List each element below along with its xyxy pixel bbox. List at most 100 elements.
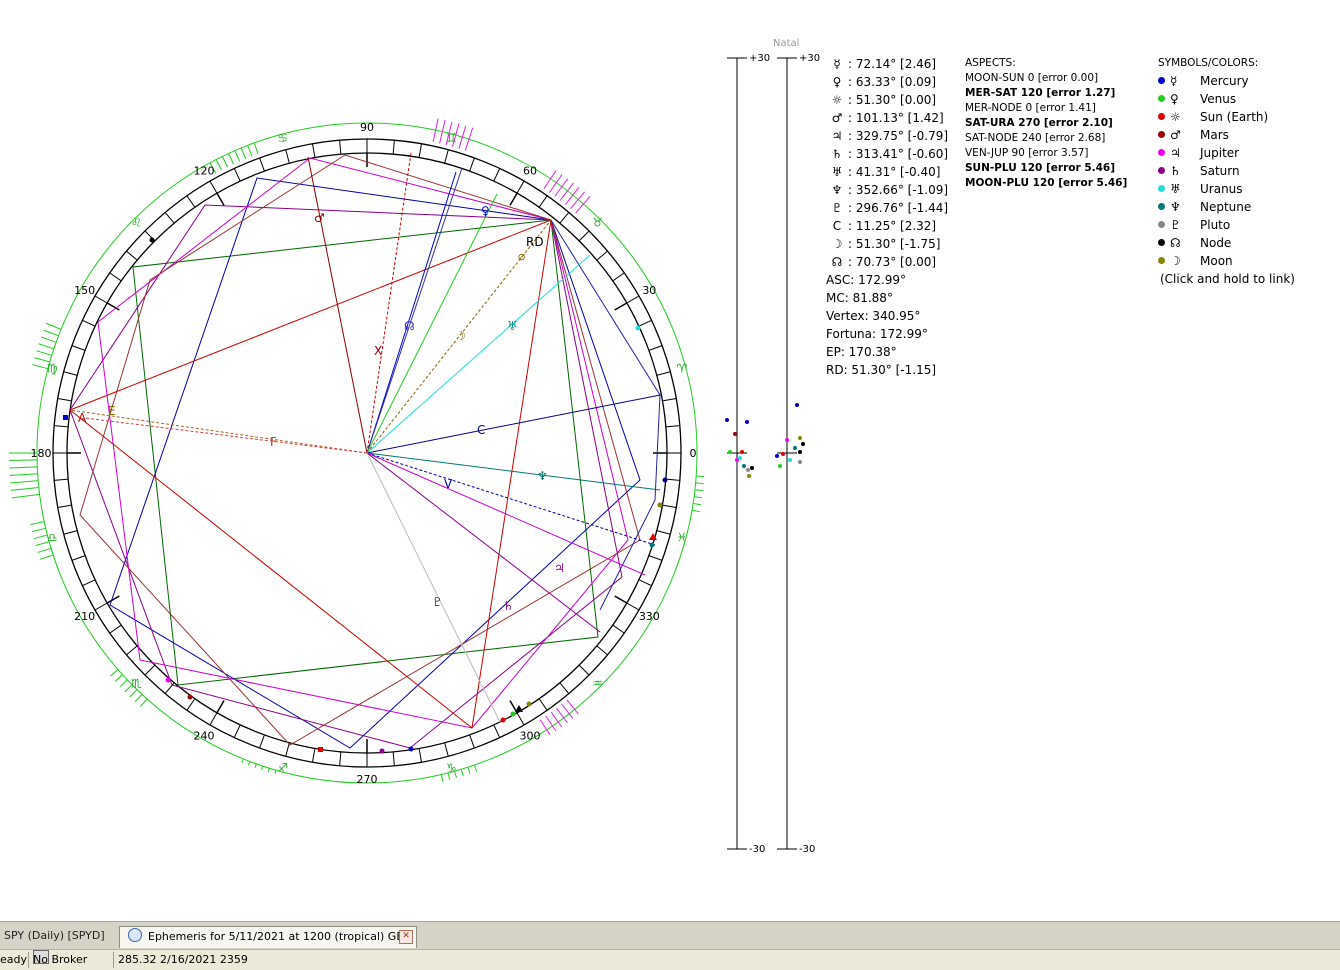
saturn-color-dot <box>1158 167 1165 174</box>
ephemeris-wheel-chart[interactable]: 0 30 60 90 120 150 180 210 240 270 300 330 ♈ ♉ ♊ ♋ ♌ ♍ ♎ ♏… <box>0 0 1340 920</box>
hatch-line <box>274 770 277 775</box>
svg-text:RD: RD <box>526 235 544 249</box>
hatch-line <box>221 156 229 168</box>
legend-item-jupiter[interactable]: ♃ Jupiter <box>1158 144 1295 162</box>
uranus-icon: ♅ <box>1170 182 1181 196</box>
planet-row-uranus: ♅: 41.31° [-0.40] <box>826 163 948 181</box>
degree-tick <box>662 397 677 402</box>
degree-tick <box>418 143 423 158</box>
hatch-line <box>140 698 148 707</box>
aspect-item: SUN-PLU 120 [error 5.46] <box>965 162 1116 174</box>
legend-label: Uranus <box>1200 182 1243 196</box>
hatch-line <box>114 674 123 682</box>
status-separator <box>113 952 114 968</box>
svg-text:A: A <box>78 411 87 425</box>
degree-tick <box>233 724 241 738</box>
hatch-line <box>691 509 700 513</box>
svg-text:☊: ☊ <box>404 319 415 333</box>
hatch-line <box>467 767 471 775</box>
hatch-line <box>43 329 59 337</box>
legend-item-pluto[interactable]: ♇ Pluto <box>1158 216 1295 234</box>
zodiac-sign-icon: ♊ <box>446 131 457 145</box>
legend-label: Pluto <box>1200 218 1231 232</box>
close-tab-icon[interactable]: ✕ <box>399 930 413 944</box>
mars-color-dot <box>1158 131 1165 138</box>
symbols-legend[interactable]: SYMBOLS/COLORS: ☿ Mercury ♀ Venus ☼ Sun (Ea… <box>1158 56 1295 288</box>
degree-tick <box>516 180 525 194</box>
svg-text:♆: ♆ <box>537 469 548 483</box>
hatch-line <box>695 482 704 485</box>
svg-text:X: X <box>374 344 382 358</box>
sun-color-dot <box>1158 113 1165 120</box>
planet-row-mercury: ☿: 72.14° [2.46] <box>826 55 948 73</box>
legend-item-uranus[interactable]: ♅ Uranus <box>1158 180 1295 198</box>
tab-spy-daily[interactable]: SPY (Daily) [SPYD] <box>0 926 109 947</box>
degree-tick <box>444 742 449 757</box>
hatch-line <box>215 159 223 171</box>
hatch-line <box>247 145 253 157</box>
planet-row-c: C: 11.25° [2.32] <box>826 217 948 235</box>
degree-tick <box>469 157 475 172</box>
degree-tick <box>612 624 625 634</box>
planet-positions-list: ☿: 72.14° [2.46] ♀: 63.33° [0.09] ☼: 51.… <box>826 55 948 271</box>
degree-tick <box>638 319 652 327</box>
degree-tick <box>656 371 671 376</box>
tab-ephemeris[interactable]: Ephemeris for 5/11/2021 at 1200 (tropica… <box>119 926 417 948</box>
legend-item-venus[interactable]: ♀ Venus <box>1158 90 1295 108</box>
rd-value: RD: 51.30° [-1.15] <box>826 363 937 377</box>
moon-color-dot <box>1158 257 1165 264</box>
planet-row-node: ☊: 70.73° [0.00] <box>826 253 948 271</box>
status-price: 285.32 2/16/2021 2359 <box>118 953 248 966</box>
ephemeris-app-icon <box>128 928 142 942</box>
scale-bottom-left: -30 <box>749 844 766 855</box>
planet-value: : 329.75° [-0.79] <box>848 129 949 143</box>
mercury-color-dot <box>1158 77 1165 84</box>
hatch-line <box>228 153 235 165</box>
hatch-line <box>234 150 241 162</box>
status-separator <box>28 952 29 968</box>
legend-item-mercury[interactable]: ☿ Mercury <box>1158 72 1295 90</box>
legend-item-neptune[interactable]: ♆ Neptune <box>1158 198 1295 216</box>
mercury-icon: ☿ <box>833 57 841 71</box>
scale-top-right: +30 <box>799 53 821 64</box>
hatch-line <box>693 502 702 506</box>
uranus-icon: ♅ <box>831 165 843 179</box>
legend-item-mars[interactable]: ♂ Mars <box>1158 126 1295 144</box>
legend-note: (Click and hold to link) <box>1160 272 1295 286</box>
degree-tick <box>285 149 290 164</box>
planet-row-saturn: ♄: 313.41° [-0.60] <box>826 145 948 163</box>
hatch-line <box>10 480 39 484</box>
aspect-item: SAT-URA 270 [error 2.10] <box>965 117 1113 129</box>
degree-label: 60 <box>523 165 537 178</box>
sun-icon: ☼ <box>831 93 843 107</box>
degree-tick <box>164 682 175 694</box>
degree-tick <box>109 624 122 634</box>
degree-tick <box>559 682 570 694</box>
degree-tick <box>444 149 449 164</box>
svg-text:V: V <box>444 477 453 491</box>
saturn-icon: ♄ <box>831 147 843 161</box>
neptune-icon: ♆ <box>831 183 843 197</box>
major-tick <box>614 595 628 604</box>
legend-item-saturn[interactable]: ♄ Saturn <box>1158 162 1295 180</box>
degree-label: 300 <box>520 729 541 742</box>
degree-label: 150 <box>74 284 95 297</box>
tab-ephemeris-label: Ephemeris for 5/11/2021 at 1200 (tropica… <box>148 930 412 943</box>
degree-tick <box>469 734 475 749</box>
moon-icon: ☽ <box>831 237 843 251</box>
degree-tick <box>538 698 548 711</box>
neptune-color-dot <box>1158 203 1165 210</box>
svg-text:♂: ♂ <box>314 211 325 225</box>
degree-tick <box>71 345 86 351</box>
legend-item-moon[interactable]: ☽ Moon <box>1158 252 1295 270</box>
hatch-line <box>550 711 563 728</box>
legend-label: Sun (Earth) <box>1200 110 1269 124</box>
c-point-icon: C <box>832 219 842 233</box>
planet-row-pluto: ♇: 296.76° [-1.44] <box>826 199 948 217</box>
svg-text:⌀: ⌀ <box>518 249 525 263</box>
zodiac-sign-icon: ♋ <box>277 131 288 145</box>
degree-label: 120 <box>194 165 215 178</box>
planet-value: : 51.30° [-1.75] <box>848 237 941 251</box>
legend-item-sun[interactable]: ☼ Sun (Earth) <box>1158 108 1295 126</box>
legend-item-node[interactable]: ☊ Node <box>1158 234 1295 252</box>
